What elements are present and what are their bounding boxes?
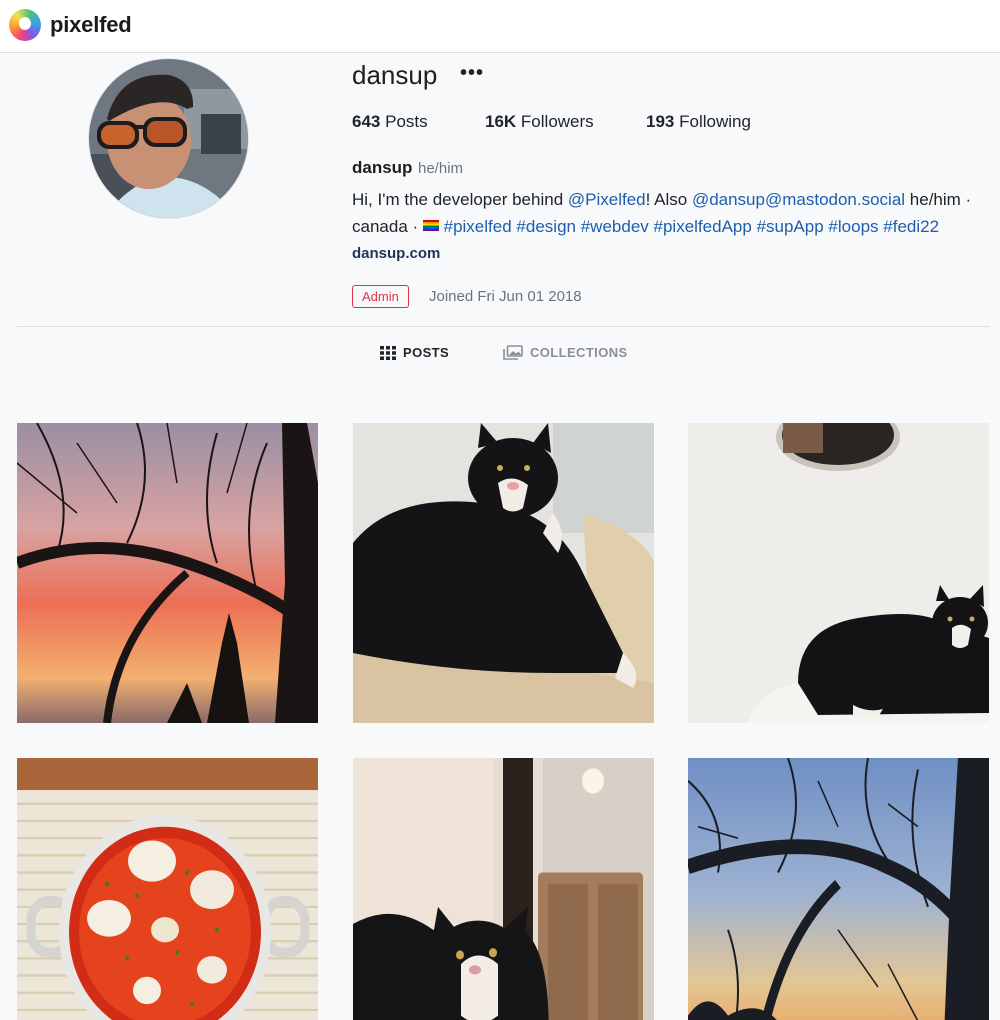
post-thumbnail[interactable] bbox=[688, 423, 989, 723]
tab-collections-label: COLLECTIONS bbox=[530, 345, 628, 360]
following-count-stat[interactable]: 193 Following bbox=[646, 112, 751, 132]
bio-suffix: he/him · bbox=[905, 190, 972, 209]
brand-home-link[interactable]: pixelfed bbox=[9, 9, 132, 41]
following-label: Following bbox=[679, 112, 751, 131]
profile-display-name: dansup bbox=[352, 158, 413, 177]
profile-pronouns: he/him bbox=[418, 160, 464, 177]
grid-icon bbox=[380, 345, 396, 360]
tab-posts-label: POSTS bbox=[403, 345, 450, 360]
profile-username: dansup bbox=[352, 60, 438, 90]
tab-collections[interactable]: COLLECTIONS bbox=[503, 345, 628, 360]
hashtag-link[interactable]: #webdev bbox=[581, 217, 649, 236]
posts-label: Posts bbox=[385, 112, 428, 131]
profile-bio: Hi, I'm the developer behind @Pixelfed! … bbox=[352, 186, 992, 240]
followers-count-stat[interactable]: 16K Followers bbox=[485, 112, 594, 132]
section-divider bbox=[17, 326, 990, 327]
mention-link-mastodon[interactable]: @dansup@mastodon.social bbox=[692, 190, 905, 209]
brand-name: pixelfed bbox=[50, 12, 132, 37]
hashtag-link[interactable]: #pixelfed bbox=[444, 217, 512, 236]
hashtag-link[interactable]: #pixelfedApp bbox=[654, 217, 752, 236]
followers-count: 16K bbox=[485, 112, 517, 131]
profile-website-link[interactable]: dansup.com bbox=[352, 245, 440, 262]
profile-avatar[interactable] bbox=[88, 58, 249, 219]
pixelfed-logo-icon bbox=[9, 9, 41, 41]
followers-label: Followers bbox=[520, 112, 594, 131]
pride-flag-icon bbox=[422, 220, 439, 231]
posts-count-stat[interactable]: 643 Posts bbox=[352, 112, 428, 132]
posts-count: 643 bbox=[352, 112, 381, 131]
post-thumbnail[interactable] bbox=[17, 423, 318, 723]
hashtag-link[interactable]: #fedi22 bbox=[883, 217, 939, 236]
bio-intro: Hi, I'm the developer behind bbox=[352, 190, 568, 209]
post-thumbnail[interactable] bbox=[17, 758, 318, 1020]
following-count: 193 bbox=[646, 112, 675, 131]
collections-icon bbox=[503, 345, 523, 360]
bio-line2-prefix: canada · bbox=[352, 217, 423, 236]
post-thumbnail[interactable] bbox=[353, 423, 654, 723]
hashtag-link[interactable]: #loops bbox=[828, 217, 878, 236]
more-options-button[interactable]: ••• bbox=[460, 63, 484, 83]
post-thumbnail[interactable] bbox=[688, 758, 989, 1020]
tab-posts[interactable]: POSTS bbox=[380, 345, 449, 360]
admin-badge: Admin bbox=[352, 285, 409, 308]
hashtag-link[interactable]: #design bbox=[516, 217, 576, 236]
post-thumbnail[interactable] bbox=[353, 758, 654, 1020]
hashtag-link[interactable]: #supApp bbox=[757, 217, 824, 236]
top-navbar: pixelfed bbox=[0, 0, 1000, 53]
mention-link-pixelfed[interactable]: @Pixelfed bbox=[568, 190, 646, 209]
bio-mid: ! Also bbox=[645, 190, 692, 209]
joined-date: Joined Fri Jun 01 2018 bbox=[429, 288, 582, 305]
